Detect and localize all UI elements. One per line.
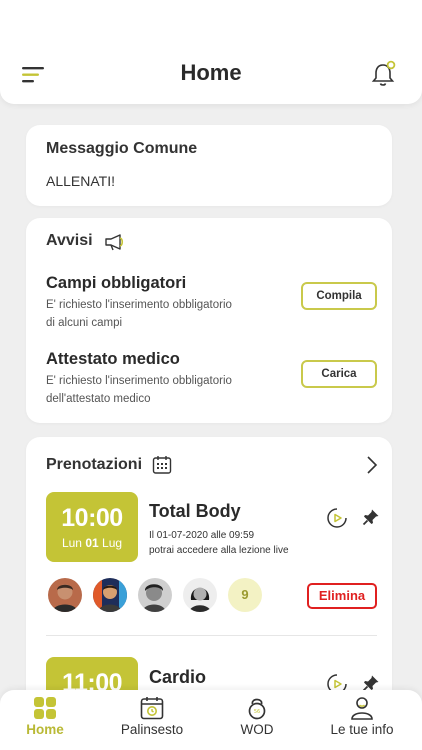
notice-description-line: E' richiesto l'inserimento obbligatorio: [46, 299, 232, 311]
user-icon: [351, 697, 373, 720]
nav-item-info[interactable]: Le tue info: [322, 690, 402, 750]
nav-label: Palinsesto: [120, 722, 184, 737]
notice-description: E' richiesto l'inserimento obbligatorio …: [46, 296, 266, 332]
chevron-right-icon[interactable]: [366, 455, 378, 475]
common-message-title: Messaggio Comune: [46, 140, 198, 157]
participant-avatar: [48, 578, 82, 612]
nav-label: WOD: [240, 722, 274, 737]
nav-label: Le tue info: [330, 722, 394, 737]
kettlebell-icon: 56: [248, 698, 266, 720]
extra-participants-badge: 9: [228, 578, 262, 612]
bottom-nav: Home Palinsesto 56 WOD Le tue info: [0, 690, 422, 750]
divider: [46, 635, 377, 636]
lesson-title: Cardio: [149, 667, 207, 687]
nav-item-palinsesto[interactable]: Palinsesto: [110, 690, 194, 750]
notice-description-line: di alcuni campi: [46, 317, 123, 329]
svg-text:56: 56: [254, 709, 260, 715]
lesson-info-line: Il 01-07-2020 alle 09:59: [149, 530, 255, 541]
booking-date: Lun 01 Lug: [46, 536, 138, 550]
common-message-text: ALLENATI!: [46, 173, 115, 189]
notice-description-line: E' richiesto l'inserimento obbligatorio: [46, 375, 232, 387]
participant-avatar: [183, 578, 217, 612]
booking-daynum: 01: [85, 536, 99, 550]
lesson-title: Total Body: [149, 501, 241, 521]
app-header: Home: [0, 0, 422, 104]
nav-item-wod[interactable]: 56 WOD: [226, 690, 288, 750]
booking-day: Lun: [61, 536, 82, 550]
notices-title: Avvisi: [46, 232, 93, 249]
upload-button[interactable]: Carica: [301, 360, 377, 388]
calendar-icon: [152, 456, 172, 474]
booking-time-box: 10:00 Lun 01 Lug: [46, 492, 138, 562]
calendar-clock-icon: [140, 697, 164, 720]
bell-icon[interactable]: [370, 60, 396, 88]
grid-icon: [34, 697, 56, 719]
notices-card: Avvisi Campi obbligatori E' richiesto l'…: [26, 218, 392, 423]
booking-time: 10:00: [61, 504, 123, 532]
page-title: Home: [180, 60, 242, 85]
pin-icon[interactable]: [362, 508, 380, 526]
participant-avatar: [93, 578, 127, 612]
compile-button[interactable]: Compila: [301, 282, 377, 310]
notice-description: E' richiesto l'inserimento obbligatorio …: [46, 372, 266, 408]
bookings-title: Prenotazioni: [46, 456, 143, 473]
participant-avatar: [138, 578, 172, 612]
notice-description-line: dell'attestato medico: [46, 393, 151, 405]
lesson-info: Il 01-07-2020 alle 09:59 potrai accedere…: [149, 528, 289, 558]
nav-label: Home: [26, 722, 64, 737]
lesson-info-line: potrai accedere alla lezione live: [149, 545, 289, 556]
booking-month: Lug: [102, 536, 123, 550]
common-message-card: Messaggio Comune ALLENATI!: [26, 125, 392, 206]
delete-booking-button[interactable]: Elimina: [307, 583, 377, 609]
notice-title: Campi obbligatori: [46, 274, 187, 292]
live-play-icon[interactable]: [326, 507, 348, 529]
nav-item-home[interactable]: Home: [10, 690, 80, 750]
notice-title: Attestato medico: [46, 350, 180, 368]
megaphone-icon: [105, 234, 124, 251]
